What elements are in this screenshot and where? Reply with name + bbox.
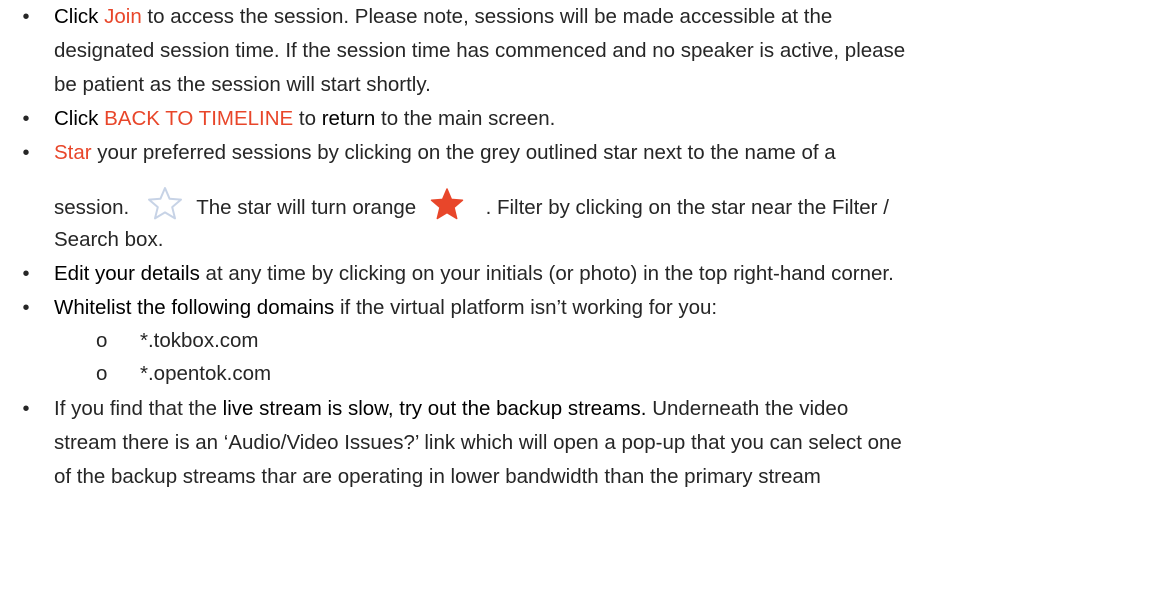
emphasis-text: Whitelist the following domains xyxy=(54,296,335,319)
emphasis-text: Click xyxy=(54,5,105,28)
text-line: Click Join to access the session. Please… xyxy=(54,0,1165,34)
star-filled-icon xyxy=(430,188,464,231)
body-text: to the main screen. xyxy=(375,107,556,130)
domain-text: *.opentok.com xyxy=(140,362,272,385)
body-text: stream there is an ‘Audio/Video Issues?’… xyxy=(54,431,902,454)
bullet-marker: • xyxy=(22,142,30,164)
star-line-text-a: session. xyxy=(54,196,130,219)
highlight-text: Join xyxy=(104,5,142,28)
body-text: at any time by clicking on your initials… xyxy=(199,262,894,285)
star-line: session. The star will turn orange . Fil… xyxy=(54,186,889,231)
text-line: of the backup streams thar are operating… xyxy=(54,460,1165,494)
body-text: your preferred sessions by clicking on t… xyxy=(91,141,836,164)
text-line: If you find that the live stream is slow… xyxy=(54,392,1165,426)
text-line: Star your preferred sessions by clicking… xyxy=(54,136,1165,170)
sub-bullet-marker: o xyxy=(96,362,108,385)
emphasis-text: return xyxy=(321,107,376,130)
text-line: be patient as the session will start sho… xyxy=(54,68,1165,102)
body-text: designated session time. If the session … xyxy=(54,39,906,62)
text-line: stream there is an ‘Audio/Video Issues?’… xyxy=(54,426,1165,460)
text-line: Click BACK TO TIMELINE to return to the … xyxy=(54,102,1165,136)
body-text: of the backup streams thar are operating… xyxy=(54,465,821,488)
bullet-marker: • xyxy=(22,6,30,28)
list-item-text: If you find that the live stream is slow… xyxy=(54,392,1165,494)
bullet-marker: • xyxy=(22,263,30,285)
emphasis-text: Edit your details xyxy=(54,262,200,285)
domain-text: *.tokbox.com xyxy=(140,329,259,352)
highlight-text: Star xyxy=(54,141,92,164)
text-line: designated session time. If the session … xyxy=(54,34,1165,68)
document-page: • Click Join to access the session. Plea… xyxy=(0,0,1173,610)
body-text: be patient as the session will start sho… xyxy=(54,73,431,96)
bullet-marker: • xyxy=(22,398,30,420)
emphasis-text: Click xyxy=(54,107,105,130)
body-text: if the virtual platform isn’t working fo… xyxy=(334,296,718,319)
text-line: Whitelist the following domains if the v… xyxy=(54,291,1165,325)
bullet-marker: • xyxy=(22,108,30,130)
emphasis-text: live stream is slow, try out the backup … xyxy=(222,397,647,420)
list-item-text: Click Join to access the session. Please… xyxy=(54,0,1165,102)
star-line-text-b: The star will turn orange xyxy=(196,196,417,219)
body-text: to access the session. Please note, sess… xyxy=(141,5,833,28)
body-text: Underneath the video xyxy=(646,397,849,420)
text-line: Search box. xyxy=(54,228,164,251)
sub-bullet-marker: o xyxy=(96,329,108,352)
highlight-text: BACK TO TIMELINE xyxy=(104,107,294,130)
body-text: to xyxy=(293,107,322,130)
list-item-text: Star your preferred sessions by clicking… xyxy=(54,136,1165,251)
list-item-text: Click BACK TO TIMELINE to return to the … xyxy=(54,102,1165,136)
star-line-text-c: . Filter by clicking on the star near th… xyxy=(485,196,889,219)
bullet-marker: • xyxy=(22,297,30,319)
list-item-text: Edit your details at any time by clickin… xyxy=(54,257,1165,291)
list-item-text: Whitelist the following domains if the v… xyxy=(54,291,1165,325)
body-text: If you find that the xyxy=(54,397,223,420)
text-line: Edit your details at any time by clickin… xyxy=(54,257,1165,291)
